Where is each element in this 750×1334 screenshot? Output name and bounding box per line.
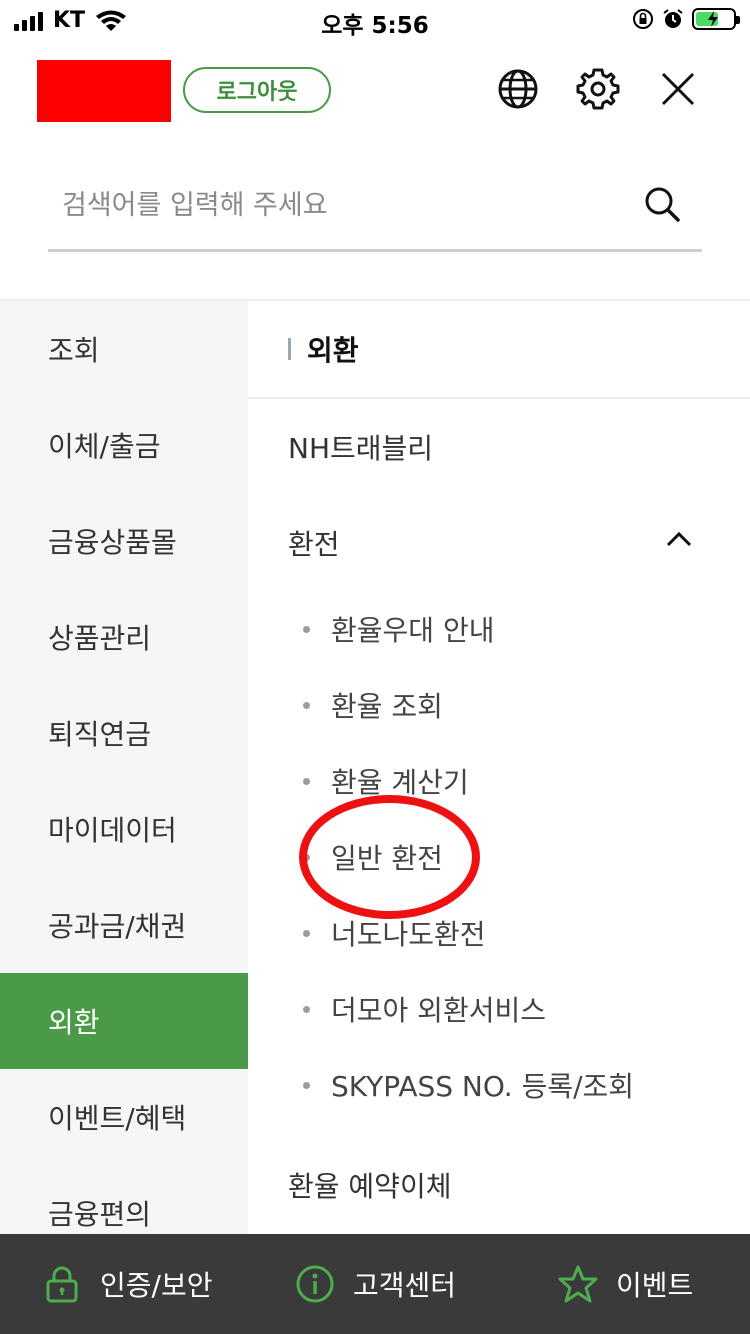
menu-item-exchange[interactable]: 환전 xyxy=(248,495,750,591)
sub-item-label: 너도나도환전 xyxy=(331,918,486,951)
sidebar-item-foreign-exchange[interactable]: 외환 xyxy=(0,973,248,1069)
section-header: 외환 xyxy=(248,301,750,399)
sidebar-item-product-management[interactable]: 상품관리 xyxy=(0,589,248,685)
sidebar-item-financial-mall[interactable]: 금융상품몰 xyxy=(0,493,248,589)
status-right xyxy=(632,8,740,30)
battery-icon xyxy=(692,8,740,30)
bottom-item-security[interactable]: 인증/보안 xyxy=(42,1234,212,1334)
sub-item-label: 더모아 외환서비스 xyxy=(331,994,546,1027)
bottom-item-events[interactable]: 이벤트 xyxy=(558,1234,693,1334)
bullet xyxy=(303,853,310,861)
sub-item-label: 환율우대 안내 xyxy=(331,614,495,647)
sub-item-label: SKYPASS NO. 등록/조회 xyxy=(331,1070,635,1103)
section-title: 외환 xyxy=(307,334,359,367)
submenu-panel: 외환 NH트래블리 환전 환율우대 안내 환율 조회 환율 계산기 일반 환전 … xyxy=(248,301,750,1234)
bottom-item-label: 고객센터 xyxy=(353,1269,457,1302)
sub-item-general-exchange[interactable]: 일반 환전 xyxy=(248,819,750,895)
sub-item-rate-calculator[interactable]: 환율 계산기 xyxy=(248,743,750,819)
sidebar-item-transfer[interactable]: 이체/출금 xyxy=(0,397,248,493)
sub-item-label: 환율 계산기 xyxy=(331,766,469,799)
menu-item-reserved-transfer[interactable]: 환율 예약이체 xyxy=(248,1137,750,1233)
gear-icon[interactable] xyxy=(575,66,621,112)
sub-item-rate-inquiry[interactable]: 환율 조회 xyxy=(248,667,750,743)
sidebar-item-mydata[interactable]: 마이데이터 xyxy=(0,781,248,877)
sidebar-item-convenience[interactable]: 금융편의 xyxy=(0,1165,248,1234)
sidebar-item-events[interactable]: 이벤트/혜택 xyxy=(0,1069,248,1165)
search-input[interactable] xyxy=(62,180,622,230)
info-icon xyxy=(296,1265,334,1303)
bullet xyxy=(303,1081,310,1089)
exchange-sub-list: 환율우대 안내 환율 조회 환율 계산기 일반 환전 너도나도환전 더모아 외환… xyxy=(248,591,750,1123)
bottom-bar: 인증/보안 고객센터 이벤트 xyxy=(0,1234,750,1334)
sub-item-label: 환율 조회 xyxy=(331,690,443,723)
sidebar-item-inquiry[interactable]: 조회 xyxy=(0,301,248,397)
alarm-icon xyxy=(663,9,683,28)
status-bar: KT 오후 5:56 xyxy=(0,0,750,40)
sub-item-label: 일반 환전 xyxy=(331,842,443,875)
category-sidebar: 조회 이체/출금 금융상품몰 상품관리 퇴직연금 마이데이터 공과금/채권 외환… xyxy=(0,301,248,1234)
sub-item-skypass[interactable]: SKYPASS NO. 등록/조회 xyxy=(248,1047,750,1123)
bullet xyxy=(303,1005,310,1013)
bullet xyxy=(303,701,310,709)
star-icon xyxy=(558,1265,598,1303)
orientation-lock-icon xyxy=(633,9,653,29)
bullet xyxy=(303,929,310,937)
close-icon[interactable] xyxy=(655,66,701,112)
bottom-item-label: 인증/보안 xyxy=(100,1269,213,1302)
bottom-item-label: 이벤트 xyxy=(616,1269,694,1302)
section-bar xyxy=(288,338,291,360)
menu-item-nh-travelly[interactable]: NH트래블리 xyxy=(248,399,750,495)
chevron-up-icon[interactable] xyxy=(664,525,694,555)
search-bar xyxy=(48,168,702,252)
sidebar-item-pension[interactable]: 퇴직연금 xyxy=(0,685,248,781)
logout-button[interactable]: 로그아웃 xyxy=(183,67,331,113)
sidebar-item-utility-bonds[interactable]: 공과금/채권 xyxy=(0,877,248,973)
sub-item-the-more-service[interactable]: 더모아 외환서비스 xyxy=(248,971,750,1047)
globe-icon[interactable] xyxy=(495,66,541,112)
search-icon[interactable] xyxy=(642,184,682,224)
sub-item-group-exchange[interactable]: 너도나도환전 xyxy=(248,895,750,971)
bullet xyxy=(303,625,310,633)
bullet xyxy=(303,777,310,785)
menu-item-exchange-label: 환전 xyxy=(288,528,340,561)
sub-item-rate-preference[interactable]: 환율우대 안내 xyxy=(248,591,750,667)
redacted-user-name xyxy=(37,60,171,122)
lock-icon xyxy=(46,1266,78,1303)
bottom-item-customer-center[interactable]: 고객센터 xyxy=(295,1234,456,1334)
